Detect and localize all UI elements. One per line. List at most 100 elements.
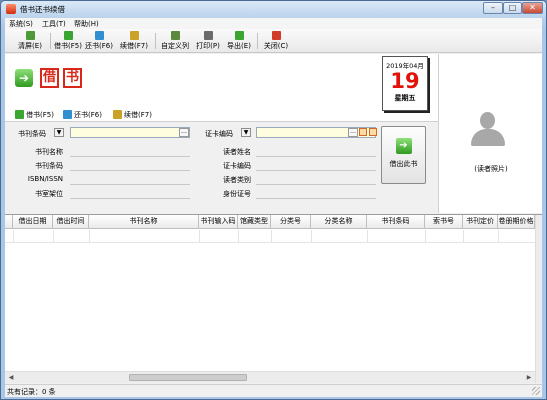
menu-system[interactable]: 系统(S) [9, 19, 33, 29]
reader-photo-panel: (读者照片) [438, 54, 542, 213]
cell-divider [199, 230, 200, 243]
lend-book-button[interactable]: ➔ 借出此书 [381, 126, 426, 184]
book-barcode-input[interactable] [70, 127, 190, 138]
cell-divider [238, 230, 239, 243]
toolbar-separator [257, 33, 258, 49]
clear-icon [25, 31, 35, 40]
cell-divider [498, 230, 499, 243]
scroll-left-icon[interactable]: ◀ [6, 373, 16, 383]
mode-renew-label: 续借(F7) [124, 111, 152, 119]
reader-category-label: 读者类别 [223, 176, 251, 184]
export-button-label: 导出(E) [227, 42, 251, 50]
reader-option-icon[interactable] [369, 128, 377, 136]
isbn-label: ISBN/ISSN [27, 175, 63, 183]
field-underline [256, 198, 376, 199]
menu-help[interactable]: 帮助(H) [74, 19, 99, 29]
vertical-scrollbar[interactable] [535, 215, 542, 383]
field-underline [256, 156, 376, 157]
return-icon [94, 31, 104, 40]
column-header[interactable]: 分类名称 [311, 215, 367, 229]
return-icon [63, 110, 72, 119]
close-button[interactable]: 关闭(C) [262, 31, 290, 51]
book-lookup-button[interactable]: … [179, 128, 189, 137]
column-header[interactable]: 馆藏类型 [238, 215, 271, 229]
toolbar-renew-button[interactable]: 续借(F7) [119, 31, 149, 51]
field-underline [70, 198, 190, 199]
field-underline [70, 170, 190, 171]
loan-records-table: 借出日期 借出时间 书刊名称 书刊输入码 馆藏类型 分类号 分类名称 书刊条码 … [5, 214, 542, 383]
lookup-form: 书刊条码 ▼ … 书刊名称 书刊条码 ISBN/ISSN 书室架位 证卡编码 ▼… [5, 122, 438, 213]
resize-grip-icon[interactable] [532, 387, 540, 395]
mode-return-label: 还书(F6) [74, 111, 102, 119]
clear-button-label: 清屏(E) [18, 42, 42, 50]
export-button[interactable]: 导出(E) [226, 31, 252, 51]
column-header[interactable]: 借出日期 [13, 215, 53, 229]
table-row[interactable] [5, 230, 535, 243]
toolbar-renew-label: 续借(F7) [120, 42, 148, 50]
cell-divider [463, 230, 464, 243]
reader-option-icon[interactable] [359, 128, 367, 136]
reader-lookup-button[interactable]: … [348, 128, 358, 137]
column-header[interactable]: 书刊条码 [367, 215, 425, 229]
book-selector-label: 书刊条码 [18, 130, 46, 138]
lend-book-label: 借出此书 [389, 160, 418, 168]
column-header[interactable]: 书刊输入码 [199, 215, 238, 229]
print-button[interactable]: 打印(P) [195, 31, 221, 51]
shelf-location-label: 书室架位 [35, 190, 63, 198]
title-bar[interactable]: 借书还书续借 – □ ✕ [1, 1, 546, 18]
status-bar: 共有记录：0 条 [5, 384, 542, 397]
column-header[interactable]: 书刊定价 [463, 215, 498, 229]
menu-tools[interactable]: 工具(T) [42, 19, 66, 29]
date-calendar: 2019年04月 19 星期五 [382, 56, 428, 111]
close-button-label: 关闭(C) [263, 42, 289, 50]
cell-divider [425, 230, 426, 243]
close-window-button[interactable]: ✕ [522, 2, 543, 14]
borrow-mode-arrow-icon: ➔ [15, 69, 33, 87]
print-icon [203, 31, 213, 40]
mode-borrow[interactable]: 借书(F5) [15, 110, 54, 120]
lend-arrow-icon: ➔ [395, 138, 412, 154]
column-header[interactable]: 分类号 [271, 215, 311, 229]
reader-avatar-icon [471, 112, 505, 146]
cell-divider [89, 230, 90, 243]
maximize-button[interactable]: □ [503, 2, 522, 14]
mode-return[interactable]: 还书(F6) [63, 110, 102, 120]
reader-selector-dropdown[interactable]: ▼ [241, 128, 251, 137]
book-name-label: 书刊名称 [35, 148, 63, 156]
custom-columns-button[interactable]: 自定义列 [158, 31, 192, 51]
scroll-right-icon[interactable]: ▶ [524, 373, 534, 383]
cell-divider [367, 230, 368, 243]
toolbar: 清屏(E) 借书(F5) 还书(F6) 续借(F7) 自定义列 打印(P) 导出… [5, 29, 542, 53]
record-count: 共有记录：0 条 [7, 388, 56, 396]
minimize-button[interactable]: – [483, 2, 503, 14]
book-barcode-label: 书刊条码 [35, 162, 63, 170]
toolbar-borrow-label: 借书(F5) [54, 42, 82, 50]
mode-seal-char-2: 书 [63, 68, 82, 88]
reader-photo-label: (读者照片) [474, 165, 508, 173]
column-header[interactable]: 借出时间 [53, 215, 89, 229]
mode-renew[interactable]: 续借(F7) [113, 110, 152, 120]
field-underline [70, 156, 190, 157]
toolbar-separator [50, 33, 51, 49]
field-underline [256, 184, 376, 185]
calendar-day: 19 [390, 69, 420, 93]
clear-button[interactable]: 清屏(E) [17, 31, 43, 51]
menu-bar: 系统(S) 工具(T) 帮助(H) [5, 18, 542, 29]
reader-card-input[interactable] [256, 127, 376, 138]
horizontal-scrollbar[interactable]: ◀ ▶ [5, 371, 535, 383]
reader-card-label: 证卡编码 [223, 162, 251, 170]
toolbar-borrow-button[interactable]: 借书(F5) [53, 31, 83, 51]
column-header[interactable]: 书刊名称 [89, 215, 199, 229]
column-header[interactable]: 索书号 [425, 215, 463, 229]
scrollbar-thumb[interactable] [129, 374, 247, 381]
column-header[interactable]: 卷册期价格 [498, 215, 535, 229]
toolbar-return-label: 还书(F6) [85, 42, 113, 50]
close-icon [271, 31, 281, 40]
book-selector-dropdown[interactable]: ▼ [54, 128, 64, 137]
window-title: 借书还书续借 [20, 5, 65, 14]
cell-divider [271, 230, 272, 243]
borrow-icon [15, 110, 24, 119]
cell-divider [311, 230, 312, 243]
toolbar-return-button[interactable]: 还书(F6) [84, 31, 114, 51]
reader-name-label: 读者姓名 [223, 148, 251, 156]
